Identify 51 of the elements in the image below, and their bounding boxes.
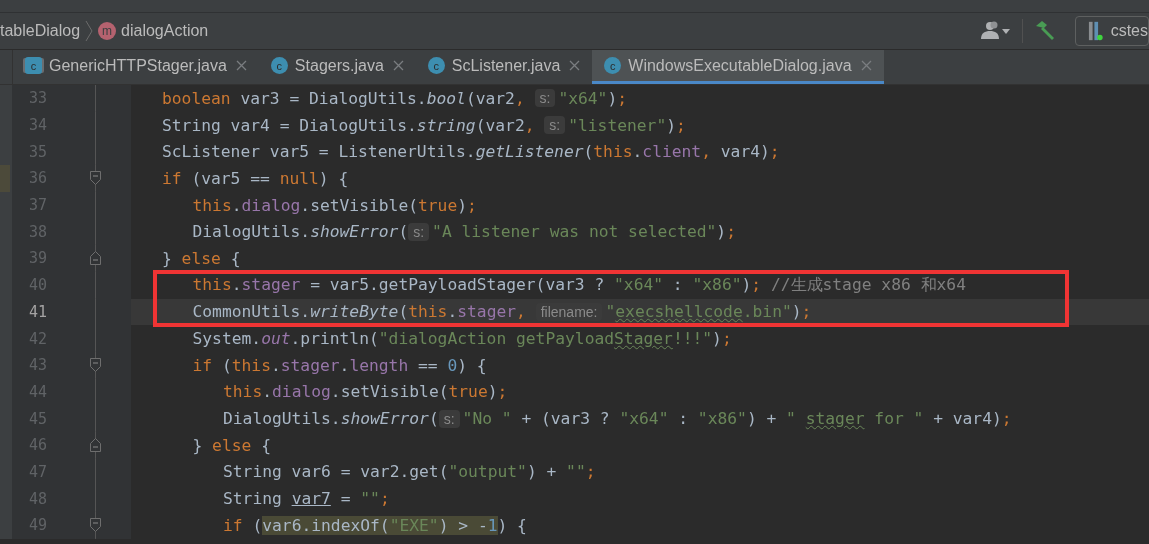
parameter-hint: s: <box>438 409 460 428</box>
method-icon: m <box>98 22 117 40</box>
parameter-hint: s: <box>534 89 556 108</box>
code-text: "listener"); <box>568 115 686 135</box>
fold-start-icon[interactable] <box>89 358 101 373</box>
code-text: String var4 = DialogUtils.string(var2, <box>162 115 536 135</box>
close-icon[interactable] <box>235 60 247 71</box>
line-number: 41 <box>27 302 47 321</box>
fold-end-icon[interactable] <box>89 251 101 266</box>
editor-tab[interactable]: c GenericHTTPStager.java <box>13 50 259 84</box>
fold-start-icon[interactable] <box>89 171 101 186</box>
code-text: if (this.stager.length == 0) { <box>192 355 487 375</box>
parameter-hint: s: <box>408 222 430 241</box>
module-icon <box>1088 20 1103 42</box>
editor-tab[interactable]: c ScListener.java <box>415 50 593 84</box>
parameter-hint: s: <box>544 116 566 135</box>
code-text: } else { <box>162 248 241 268</box>
close-icon[interactable] <box>392 60 404 71</box>
editor-tab[interactable]: c Stagers.java <box>258 50 416 84</box>
breadcrumb-item[interactable]: tableDialog <box>0 22 81 40</box>
code-text: DialogUtils.showError( <box>223 409 439 429</box>
chevron-icon <box>85 20 94 42</box>
run-configuration-dropdown[interactable]: cstes <box>1075 16 1149 46</box>
code-text: this.dialog.setVisible(true); <box>192 195 477 215</box>
close-icon[interactable] <box>569 60 581 71</box>
code-text: DialogUtils.showError( <box>192 222 409 242</box>
code-text: "x64"); <box>558 88 628 108</box>
editor-tab[interactable]: c WindowsExecutableDialog.java <box>592 50 884 84</box>
code-text: String var7 = ""; <box>223 489 390 509</box>
code-text: boolean var3 = DialogUtils.bool(var2, <box>162 88 526 108</box>
code-text: if (var5 == null) { <box>162 168 349 188</box>
close-icon[interactable] <box>860 60 872 71</box>
breadcrumb-item[interactable]: dialogAction <box>121 22 209 40</box>
code-text: String var6 = var2.get("output") + ""; <box>223 462 596 482</box>
code-text: this.stager = var5.getPayloadStager(var3 ? "x64" : "x86"); //生成stage x86 和x64 <box>192 274 966 297</box>
fold-end-icon[interactable] <box>89 438 101 453</box>
user-dropdown-icon[interactable] <box>978 20 1012 42</box>
class-icon: c <box>270 57 288 74</box>
code-text: ScListener var5 = ListenerUtils.getListener(this.client, var4); <box>162 142 780 162</box>
code-text: "A listener was not selected"); <box>432 222 736 242</box>
code-text: } else { <box>192 435 271 455</box>
code-text: this.dialog.setVisible(true); <box>223 382 508 402</box>
class-icon: c <box>427 57 445 74</box>
fold-start-icon[interactable] <box>89 518 101 533</box>
code-text: "No " + (var3 ? "x64" : "x86") + " stager for " + var4); <box>462 409 1012 429</box>
code-text: System.out.println("dialogAction getPayloadStager!!!"); <box>192 329 732 349</box>
code-text: if (var6.indexOf("EXE") > -1) { <box>223 515 527 535</box>
class-icon: c <box>25 57 42 74</box>
code-text: "execshellcode.bin"); <box>605 302 812 322</box>
class-icon: c <box>604 57 622 74</box>
code-text: CommonUtils.writeByte(this.stager, <box>192 302 527 322</box>
